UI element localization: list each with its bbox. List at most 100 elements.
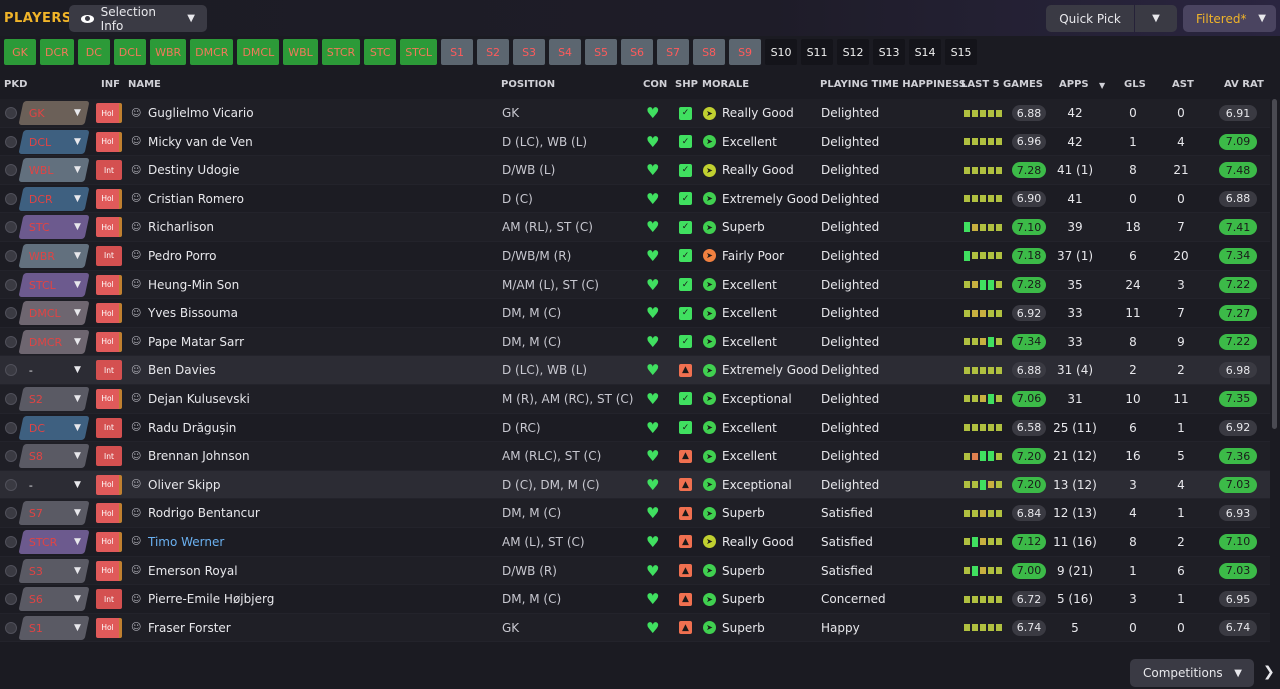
player-name[interactable]: Fraser Forster	[148, 614, 231, 642]
col-playing-time-happiness[interactable]: PLAYING TIME HAPPINESS	[820, 79, 966, 90]
player-name[interactable]: Cristian Romero	[148, 185, 244, 213]
position-button-s7[interactable]: S7	[657, 39, 690, 65]
position-button-stcr[interactable]: STCR	[321, 39, 361, 65]
table-row[interactable]: S3 ▼ Hol ☺ Emerson Royal D/WB (R) ♥ ▲ ➤ …	[0, 556, 1270, 586]
col-con[interactable]: CON	[643, 79, 667, 90]
table-row[interactable]: - ▼ Int ☺ Ben Davies D (LC), WB (L) ♥ ▲ …	[0, 356, 1270, 385]
player-name[interactable]: Pedro Porro	[148, 242, 217, 270]
player-name[interactable]: Micky van de Ven	[148, 128, 253, 156]
position-button-wbr[interactable]: WBR	[150, 39, 187, 65]
position-button-s12[interactable]: S12	[837, 39, 870, 65]
position-button-s13[interactable]: S13	[873, 39, 906, 65]
row-select-checkbox[interactable]	[5, 99, 17, 127]
position-button-stcl[interactable]: STCL	[400, 39, 438, 65]
player-name[interactable]: Guglielmo Vicario	[148, 99, 254, 127]
position-button-dcr[interactable]: DCR	[40, 39, 74, 65]
col-name[interactable]: NAME	[128, 79, 161, 90]
row-select-checkbox[interactable]	[5, 156, 17, 184]
position-button-s15[interactable]: S15	[945, 39, 978, 65]
picked-position-select[interactable]: S7 ▼	[18, 501, 90, 526]
table-row[interactable]: S6 ▼ Int ☺ Pierre-Emile Højbjerg DM, M (…	[0, 585, 1270, 614]
row-select-checkbox[interactable]	[5, 471, 17, 499]
table-row[interactable]: S1 ▼ Hol ☺ Fraser Forster GK ♥ ▲ ➤ Super…	[0, 613, 1270, 643]
picked-position-select[interactable]: STC ▼	[18, 215, 90, 240]
position-button-s11[interactable]: S11	[801, 39, 834, 65]
picked-position-select[interactable]: DMCR ▼	[18, 329, 90, 354]
filter-button[interactable]: Filtered* ▼	[1183, 5, 1276, 32]
row-select-checkbox[interactable]	[5, 356, 17, 384]
position-button-dcl[interactable]: DCL	[113, 39, 147, 65]
player-name[interactable]: Yves Bissouma	[148, 299, 238, 327]
picked-position-select[interactable]: - ▼	[18, 358, 90, 383]
position-button-s6[interactable]: S6	[621, 39, 654, 65]
picked-position-select[interactable]: S1 ▼	[18, 615, 90, 640]
player-name[interactable]: Radu Drăgușin	[148, 414, 236, 442]
col-pkd[interactable]: PKD	[4, 79, 27, 90]
row-select-checkbox[interactable]	[5, 328, 17, 356]
player-name[interactable]: Oliver Skipp	[148, 471, 220, 499]
picked-position-select[interactable]: DMCL ▼	[18, 301, 90, 326]
table-row[interactable]: WBR ▼ Int ☺ Pedro Porro D/WB/M (R) ♥ ✓ ➤…	[0, 241, 1270, 271]
col-last-5-games[interactable]: LAST 5 GAMES	[961, 79, 1043, 90]
row-select-checkbox[interactable]	[5, 585, 17, 613]
table-row[interactable]: S7 ▼ Hol ☺ Rodrigo Bentancur DM, M (C) ♥…	[0, 499, 1270, 528]
picked-position-select[interactable]: DCR ▼	[18, 186, 90, 211]
picked-position-select[interactable]: DC ▼	[18, 415, 90, 440]
table-row[interactable]: DMCR ▼ Hol ☺ Pape Matar Sarr DM, M (C) ♥…	[0, 327, 1270, 357]
player-name[interactable]: Heung-Min Son	[148, 271, 239, 299]
position-button-s2[interactable]: S2	[477, 39, 510, 65]
quick-pick-button[interactable]: Quick Pick	[1046, 5, 1134, 32]
picked-position-select[interactable]: - ▼	[18, 472, 90, 497]
player-name[interactable]: Pape Matar Sarr	[148, 328, 244, 356]
player-name[interactable]: Brennan Johnson	[148, 442, 250, 470]
row-select-checkbox[interactable]	[5, 442, 17, 470]
row-select-checkbox[interactable]	[5, 128, 17, 156]
table-row[interactable]: WBL ▼ Int ☺ Destiny Udogie D/WB (L) ♥ ✓ …	[0, 156, 1270, 185]
table-row[interactable]: DCR ▼ Hol ☺ Cristian Romero D (C) ♥ ✓ ➤ …	[0, 184, 1270, 214]
table-row[interactable]: DC ▼ Int ☺ Radu Drăgușin D (RC) ♥ ✓ ➤ Ex…	[0, 413, 1270, 443]
selection-info-button[interactable]: Selection Info ▼	[69, 5, 207, 33]
position-button-dmcl[interactable]: DMCL	[237, 39, 280, 65]
picked-position-select[interactable]: S3 ▼	[18, 558, 90, 583]
player-name[interactable]: Destiny Udogie	[148, 156, 240, 184]
row-select-checkbox[interactable]	[5, 271, 17, 299]
col-morale[interactable]: MORALE	[702, 79, 749, 90]
position-button-stc[interactable]: STC	[364, 39, 397, 65]
col-gls[interactable]: GLS	[1124, 79, 1146, 90]
player-name[interactable]: Rodrigo Bentancur	[148, 499, 260, 527]
picked-position-select[interactable]: S8 ▼	[18, 444, 90, 469]
position-button-dc[interactable]: DC	[77, 39, 110, 65]
table-row[interactable]: STCR ▼ Hol ☺ Timo Werner AM (L), ST (C) …	[0, 527, 1270, 557]
position-button-s1[interactable]: S1	[441, 39, 474, 65]
row-select-checkbox[interactable]	[5, 185, 17, 213]
col-position[interactable]: POSITION	[501, 79, 555, 90]
row-select-checkbox[interactable]	[5, 213, 17, 241]
position-button-s3[interactable]: S3	[513, 39, 546, 65]
player-name[interactable]: Emerson Royal	[148, 557, 238, 585]
position-button-s10[interactable]: S10	[765, 39, 798, 65]
position-button-s14[interactable]: S14	[909, 39, 942, 65]
picked-position-select[interactable]: GK ▼	[18, 101, 90, 125]
table-row[interactable]: DCL ▼ Hol ☺ Micky van de Ven D (LC), WB …	[0, 127, 1270, 157]
player-name[interactable]: Dejan Kulusevski	[148, 385, 250, 413]
table-scrollbar[interactable]	[1272, 99, 1277, 429]
picked-position-select[interactable]: STCL ▼	[18, 272, 90, 297]
table-row[interactable]: STCL ▼ Hol ☺ Heung-Min Son M/AM (L), ST …	[0, 270, 1270, 300]
table-row[interactable]: DMCL ▼ Hol ☺ Yves Bissouma DM, M (C) ♥ ✓…	[0, 299, 1270, 328]
picked-position-select[interactable]: S2 ▼	[18, 386, 90, 411]
player-name[interactable]: Timo Werner	[148, 528, 224, 556]
table-row[interactable]: S2 ▼ Hol ☺ Dejan Kulusevski M (R), AM (R…	[0, 384, 1270, 414]
picked-position-select[interactable]: DCL ▼	[18, 129, 90, 154]
position-button-s5[interactable]: S5	[585, 39, 618, 65]
table-row[interactable]: - ▼ Hol ☺ Oliver Skipp D (C), DM, M (C) …	[0, 470, 1270, 500]
row-select-checkbox[interactable]	[5, 385, 17, 413]
position-button-dmcr[interactable]: DMCR	[190, 39, 234, 65]
col-apps[interactable]: APPS	[1059, 79, 1089, 90]
col-inf[interactable]: INF	[101, 79, 120, 90]
row-select-checkbox[interactable]	[5, 242, 17, 270]
row-select-checkbox[interactable]	[5, 614, 17, 642]
row-select-checkbox[interactable]	[5, 528, 17, 556]
position-button-wbl[interactable]: WBL	[283, 39, 318, 65]
picked-position-select[interactable]: S6 ▼	[18, 587, 90, 612]
row-select-checkbox[interactable]	[5, 499, 17, 527]
